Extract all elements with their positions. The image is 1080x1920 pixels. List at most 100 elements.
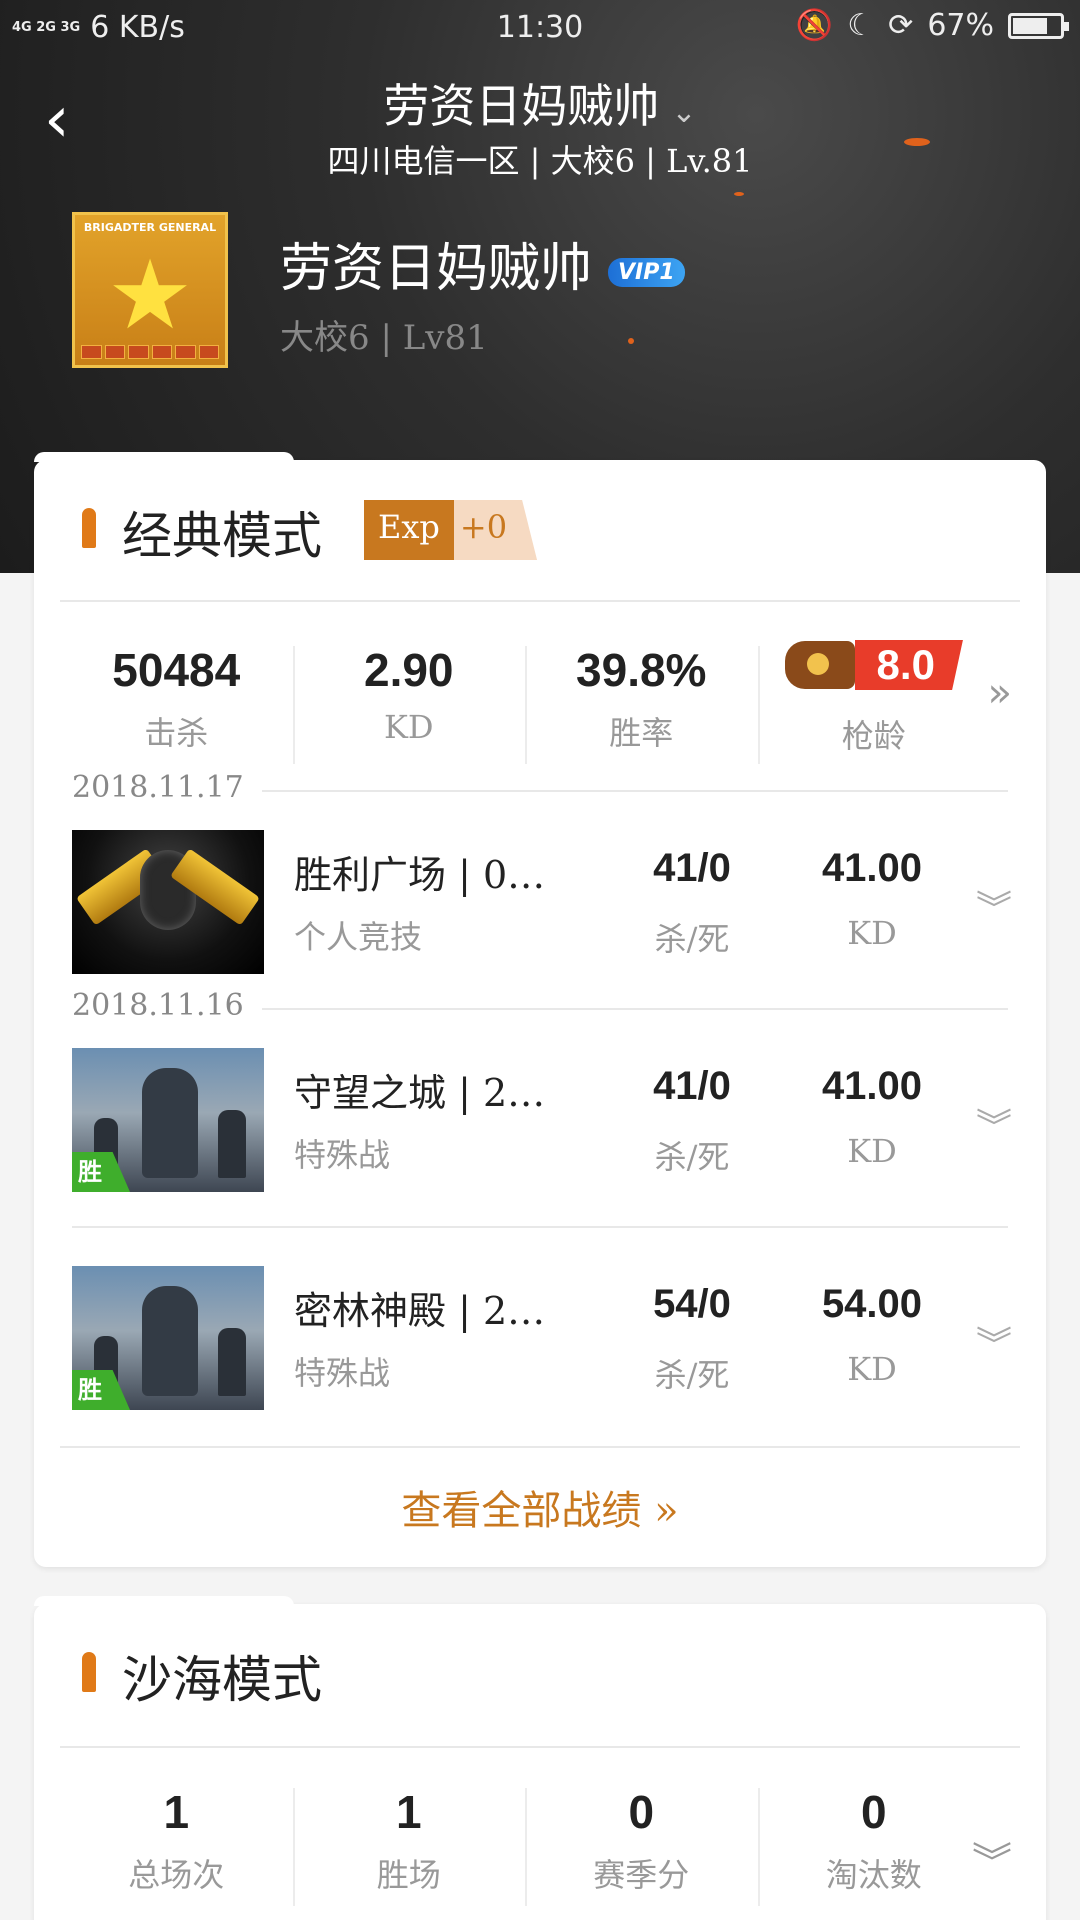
match-kill-death: 54/0 (653, 1282, 731, 1326)
sand-stats[interactable]: 1 总场次 1 胜场 0 赛季分 0 淘汰数 (60, 1782, 990, 1912)
match-map: 密林神殿 | 2… (294, 1289, 546, 1333)
soldier-figure (218, 1328, 246, 1396)
chevron-right-double-icon: » (654, 1488, 679, 1534)
page-subtitle: 四川电信一区 | 大校6 | Lv.81 (327, 142, 753, 180)
player-rank: 大校6 | Lv81 (280, 318, 488, 358)
stat-win-rate: 39.8% 胜率 (525, 640, 758, 770)
stat-wins: 1 胜场 (292, 1782, 526, 1912)
match-thumbnail: 胜 (72, 1048, 264, 1192)
classic-stats[interactable]: 50484 击杀 2.90 KD 39.8% 胜率 8.0 枪龄 (60, 640, 990, 770)
stat-value: 2.90 (363, 644, 454, 696)
match-kill-death: 41/0 (653, 1064, 731, 1108)
soldier-figure (218, 1110, 246, 1178)
bullet-icon (82, 508, 96, 548)
stat-value: 1 (395, 1786, 422, 1838)
chevron-double-down-icon[interactable]: ︾ (972, 1830, 1012, 1888)
match-kd-label: KD (847, 1132, 897, 1170)
divider (60, 1446, 1020, 1448)
battery-icon (1008, 12, 1069, 39)
exp-label: Exp (364, 500, 454, 560)
sand-mode-card: 沙海模式 1 总场次 1 胜场 0 赛季分 0 淘汰数 ︾ (34, 1596, 1046, 1920)
match-thumbnail (72, 830, 264, 974)
classic-mode-header: 经典模式 Exp +0 (34, 460, 1046, 602)
match-date: 2018.11.16 (72, 988, 262, 1023)
stat-eliminations: 0 淘汰数 (757, 1782, 991, 1912)
player-name: 劳资日妈贼帅 VIP1 (280, 226, 685, 301)
gun-age-badge: 8.0 (784, 640, 963, 690)
stat-label: 赛季分 (593, 1856, 690, 1894)
chevron-double-down-icon[interactable]: ︾ (976, 1098, 1012, 1150)
page-title-text: 劳资日妈贼帅 (383, 79, 660, 133)
match-row[interactable]: 胜利广场 | 0… 个人竞技 41/0 杀/死 41.00 KD ︾ (72, 830, 1012, 974)
spark-decoration (628, 338, 634, 344)
divider (72, 1226, 1008, 1228)
match-kd: 41.00 (821, 1064, 923, 1108)
chevron-right-double-icon[interactable]: » (988, 670, 1012, 716)
rank-progress-bars (81, 345, 219, 359)
sand-mode-title: 沙海模式 (122, 1651, 322, 1709)
stat-value: 1 (163, 1786, 190, 1838)
exp-value: +0 (453, 500, 538, 560)
stat-value: 39.8% (576, 644, 707, 696)
rank-badge: BRIGADTER GENERAL ★ (72, 212, 228, 368)
match-kill-death-label: 杀/死 (654, 920, 730, 958)
divider (60, 1746, 1020, 1748)
view-all-label: 查看全部战绩 (401, 1488, 642, 1534)
match-kill-death: 41/0 (653, 846, 731, 890)
stat-season-points: 0 赛季分 (525, 1782, 758, 1912)
match-row[interactable]: 胜 密林神殿 | 2… 特殊战 54/0 杀/死 54.00 KD ︾ (72, 1266, 1012, 1410)
stat-value: 0 (628, 1786, 655, 1838)
stat-kills: 50484 击杀 (60, 640, 293, 770)
match-map: 守望之城 | 2… (294, 1071, 546, 1115)
mute-icon: 🔕 (795, 8, 834, 43)
gun-icon (784, 641, 855, 689)
moon-icon: ☾ (847, 8, 875, 43)
soldier-figure (142, 1068, 198, 1178)
match-mode: 特殊战 (294, 1136, 391, 1174)
stat-label: 击杀 (144, 714, 209, 752)
chevron-double-down-icon[interactable]: ︾ (976, 880, 1012, 932)
match-date: 2018.11.17 (72, 770, 262, 805)
stat-kd: 2.90 KD (292, 640, 526, 770)
match-mode: 个人竞技 (294, 918, 423, 956)
stat-label: 总场次 (128, 1856, 225, 1894)
exp-badge: Exp +0 (364, 500, 538, 560)
bullet-icon (82, 1652, 96, 1692)
stat-gun-age: 8.0 枪龄 (757, 640, 991, 770)
match-row[interactable]: 胜 守望之城 | 2… 特殊战 41/0 杀/死 41.00 KD ︾ (72, 1048, 1012, 1192)
stat-value: 50484 (112, 644, 241, 696)
status-bar: 4G 2G 3G 6 KB/s 11:30 🔕 ☾ ⟳ 67% (0, 0, 1080, 56)
page-title[interactable]: 劳资日妈贼帅 ⌄ (0, 70, 1080, 136)
match-kill-death-label: 杀/死 (654, 1356, 730, 1394)
match-map: 胜利广场 | 0… (294, 853, 546, 897)
stat-label: 淘汰数 (825, 1856, 922, 1894)
classic-mode-card: 经典模式 Exp +0 50484 击杀 2.90 KD 39.8% 胜率 8.… (34, 452, 1046, 1567)
divider (60, 600, 1020, 602)
stat-label: KD (383, 708, 434, 746)
spark-decoration (734, 192, 744, 196)
win-badge: 胜 (72, 1370, 130, 1410)
match-kd: 54.00 (821, 1282, 923, 1326)
stat-label: 胜率 (609, 714, 674, 752)
soldier-figure (142, 1286, 198, 1396)
rank-badge-text: BRIGADTER GENERAL (83, 221, 217, 234)
player-name-text: 劳资日妈贼帅 (280, 239, 593, 299)
gun-age-label: 枪龄 (841, 717, 906, 755)
stat-total-matches: 1 总场次 (60, 1782, 293, 1912)
stat-value: 0 (860, 1786, 887, 1838)
classic-mode-title: 经典模式 (122, 507, 322, 565)
match-kd-label: KD (847, 1350, 897, 1388)
chevron-double-down-icon[interactable]: ︾ (976, 1316, 1012, 1368)
gun-age-value: 8.0 (854, 640, 963, 690)
match-kd: 41.00 (821, 846, 923, 890)
battery-percent: 67% (927, 8, 994, 43)
rotation-lock-icon: ⟳ (888, 8, 914, 43)
match-mode: 特殊战 (294, 1354, 391, 1392)
sand-mode-header: 沙海模式 (34, 1604, 1046, 1746)
view-all-records-link[interactable]: 查看全部战绩 » (34, 1478, 1046, 1536)
vip-badge: VIP1 (608, 258, 685, 287)
match-thumbnail: 胜 (72, 1266, 264, 1410)
star-icon: ★ (106, 239, 194, 351)
match-kd-label: KD (847, 914, 897, 952)
stat-label: 胜场 (376, 1856, 441, 1894)
